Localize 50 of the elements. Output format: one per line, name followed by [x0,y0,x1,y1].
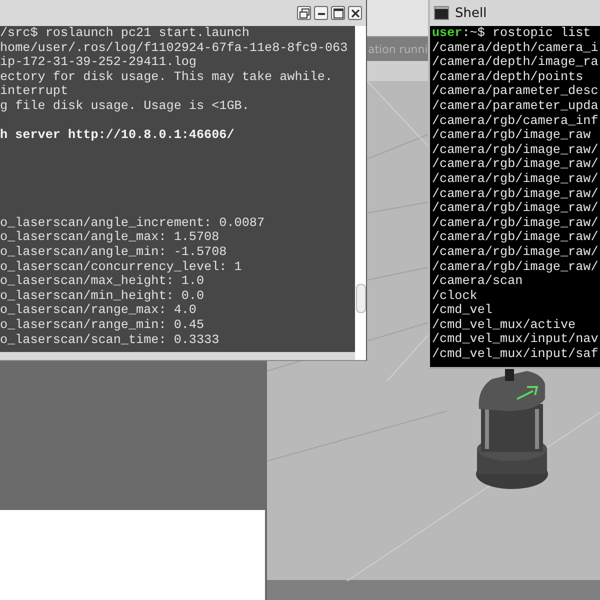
output-line: /camera/parameter_desc [432,84,600,99]
scrollbar[interactable] [355,26,366,360]
output-line: o_laserscan/angle_increment: 0.0087 [0,216,266,230]
output-line: o_laserscan/min_height: 0.0 [0,288,206,304]
close-button[interactable] [348,6,362,20]
output-line: /camera/rgb/image_raw/ [432,230,600,245]
output-line: /cmd_vel [432,303,494,318]
output-line: /clock [432,288,478,304]
output-line: interrupt [0,84,70,99]
terminal-icon [434,6,449,20]
output-line: o_laserscan/range_min: 0.45 [0,318,206,332]
output-line: o_laserscan/scan_time: 0.3333 [0,332,220,348]
prompt-line: user:~$ rostopic list [432,26,592,41]
output-line: o_laserscan/angle_max: 1.5708 [0,230,220,245]
output-line: /camera/rgb/image_raw/ [432,157,600,172]
output-line: /camera/rgb/image_raw/ [432,142,600,158]
output-line: /camera/rgb/image_raw/ [432,186,600,202]
output-line: o_laserscan/angle_min: -1.5708 [0,244,228,260]
output-line: o_laserscan/concurrency_level: 1 [0,260,243,274]
output-line: /camera/depth/image_ra [432,55,600,70]
output-line: /camera/rgb/image_raw [432,128,592,143]
output-line: ectory for disk usage. This may take awhile. [0,70,334,84]
output-line: /camera/scan [432,274,524,289]
scrollbar-thumb[interactable] [356,284,366,313]
output-line: /camera/parameter_upda [432,98,600,114]
output-line: /cmd_vel_mux/active [432,318,577,332]
output-line: /camera/rgb/image_raw/ [432,172,600,187]
output-line: home/user/.ros/log/f1102924-67fa-11e8-8fc9-063 [0,40,349,56]
output-line: /cmd_vel_mux/input/nav [432,332,600,348]
output-line: /src$ roslaunch pc21 start.launch [0,26,250,41]
output-line: h server http://10.8.0.1:46606/ [0,128,236,143]
output-line: /camera/rgb/image_raw/ [432,244,600,260]
output-line: /camera/rgb/image_raw/ [432,201,600,216]
output-line: o_laserscan/range_max: 4.0 [0,303,198,318]
maximize-button[interactable] [331,6,345,20]
output-line: /camera/depth/camera_i [432,40,600,56]
output-line: o_laserscan/max_height: 1.0 [0,274,206,289]
output-line: /camera/rgb/camera_inf [432,114,600,128]
output-line: g file disk usage. Usage is <1GB. [0,98,250,114]
maximize-icon [332,8,344,18]
restore-button[interactable] [297,6,311,20]
minimize-button[interactable] [314,6,328,20]
output-line: /cmd_vel_mux/input/saf [432,347,600,362]
window-title: Shell [455,6,487,20]
restore-icon [298,8,310,18]
close-icon [350,8,360,18]
output-line: /camera/rgb/image_raw/ [432,260,600,274]
output-line: /camera/depth/points [432,70,584,84]
output-line: ip-172-31-39-252-29411.log [0,55,198,70]
output-line: /camera/rgb/image_raw/ [432,216,600,230]
